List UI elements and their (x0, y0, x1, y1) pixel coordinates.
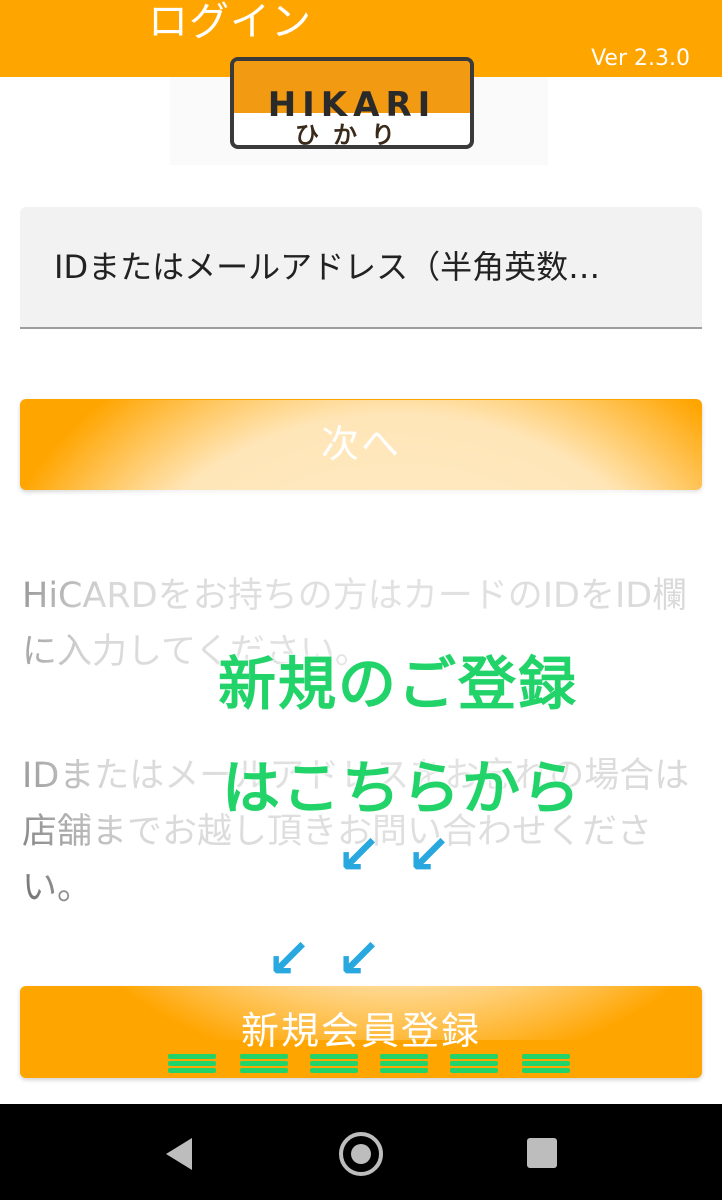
annotation-arrow-icon: ↙ (336, 927, 382, 990)
underline-mark (310, 1050, 358, 1080)
logo-area: HIKARI ひかり (170, 57, 548, 165)
annotation-text-line2: はこちらから (222, 754, 583, 822)
recent-apps-icon[interactable] (527, 1138, 557, 1168)
id-input-field[interactable]: IDまたはメールアドレス（半角英数… (20, 207, 702, 329)
underline-mark (240, 1050, 288, 1080)
logo-sub-text: ひかり (295, 121, 409, 149)
version-label: Ver 2.3.0 (591, 46, 690, 71)
next-button-label: 次へ (320, 422, 401, 466)
home-icon[interactable] (339, 1132, 383, 1176)
annotation-arrow-icon: ↙ (266, 927, 312, 990)
id-input-placeholder: IDまたはメールアドレス（半角英数… (54, 248, 601, 286)
hikari-logo: HIKARI ひかり (230, 57, 474, 149)
annotation-arrow-icon: ↙ (336, 823, 382, 886)
page-title: ログイン (148, 0, 312, 45)
back-icon[interactable] (166, 1138, 192, 1170)
underline-mark (168, 1050, 216, 1080)
system-nav-bar (0, 1104, 722, 1200)
annotation-underline (168, 1050, 578, 1090)
next-button[interactable]: 次へ (20, 399, 702, 490)
annotation-arrow-icon: ↙ (406, 823, 452, 886)
annotation-text-line1: 新規のご登録 (218, 650, 579, 718)
underline-mark (522, 1050, 570, 1080)
underline-mark (380, 1050, 428, 1080)
underline-mark (450, 1050, 498, 1080)
